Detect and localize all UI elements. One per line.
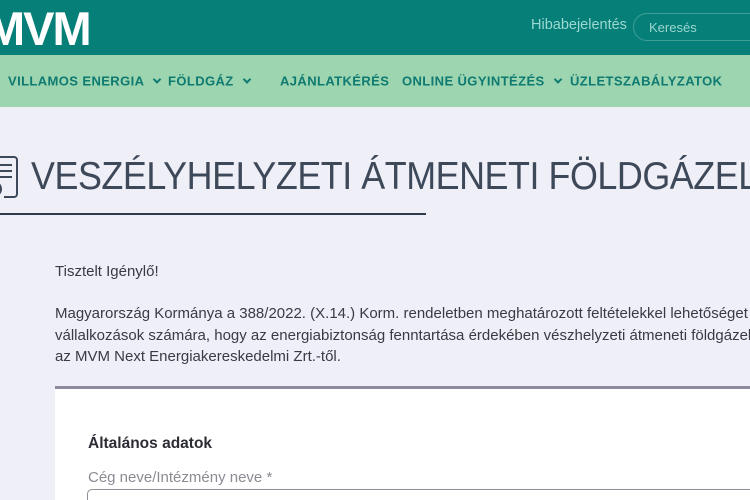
greeting-text: Tisztelt Igénylő! [55,263,159,280]
nav-item-label: AJÁNLATKÉRÉS [280,74,389,89]
main-nav: VILLAMOS ENERGIA FÖLDGÁZ AJÁNLATKÉRÉS ON… [0,55,750,107]
chevron-down-icon [153,75,161,83]
report-issue-link[interactable]: Hibabejelentés [531,17,627,33]
nav-item-label: ÜZLETSZABÁLYZATOK [570,74,722,89]
nav-item-foldgaz[interactable]: FÖLDGÁZ [168,74,250,89]
nav-item-label: VILLAMOS ENERGIA [8,74,144,89]
intro-line: az MVM Next Energiakereskedelmi Zrt.-től… [55,346,750,368]
nav-item-uzletszabalyzatok[interactable]: ÜZLETSZABÁLYZATOK [570,74,722,89]
search-input[interactable]: Keresés [633,13,750,41]
company-name-label: Cég neve/Intézmény neve * [88,469,272,486]
search-label: Keresés [649,20,697,35]
document-check-icon [0,152,24,202]
nav-item-label: ONLINE ÜGYINTÉZÉS [402,74,545,89]
top-bar: MVM Hibabejelentés Keresés [0,0,750,55]
form-section-title: Általános adatok [88,435,212,453]
intro-paragraph: Magyarország Kormánya a 388/2022. (X.14.… [55,303,750,368]
nav-item-label: FÖLDGÁZ [168,74,234,89]
application-form-card: Általános adatok Cég neve/Intézmény neve… [55,386,750,500]
nav-item-ajanlatkeres[interactable]: AJÁNLATKÉRÉS [280,74,389,89]
company-name-input[interactable] [87,489,750,500]
chevron-down-icon [242,75,250,83]
page: MVM Hibabejelentés Keresés VILLAMOS ENER… [0,0,750,500]
intro-line: Magyarország Kormánya a 388/2022. (X.14.… [55,303,750,325]
page-title-row: VESZÉLYHELYZETI ÁTMENETI FÖLDGÁZELLÁTÁS [0,152,750,202]
intro-line: vállalkozások számára, hogy az energiabi… [55,325,750,347]
title-underline [0,213,426,215]
page-title: VESZÉLYHELYZETI ÁTMENETI FÖLDGÁZELLÁTÁS [31,155,750,199]
nav-item-online-ugyintezes[interactable]: ONLINE ÜGYINTÉZÉS [402,74,561,89]
chevron-down-icon [553,75,561,83]
mvm-logo[interactable]: MVM [0,1,90,56]
nav-item-villamos-energia[interactable]: VILLAMOS ENERGIA [8,74,160,89]
